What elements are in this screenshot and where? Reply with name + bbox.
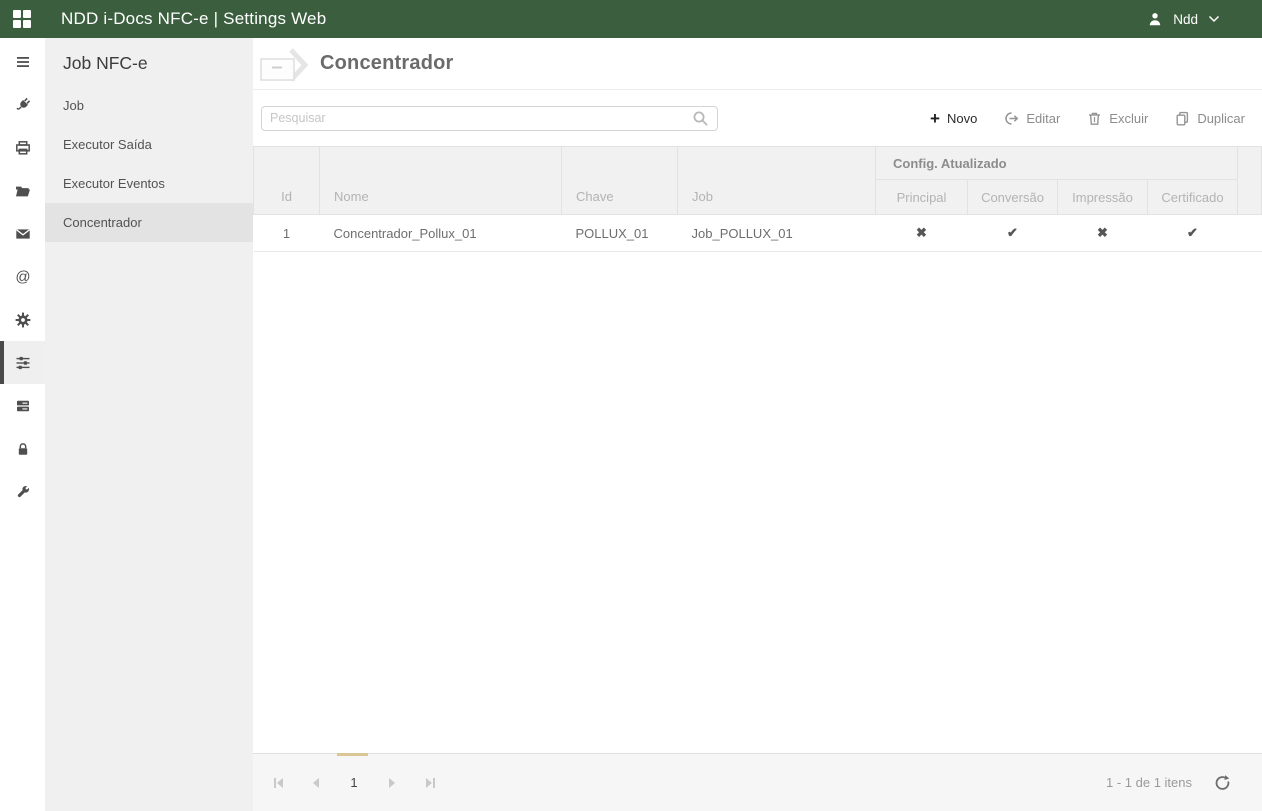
breadcrumb-box-icon [260,47,308,82]
rail-item-gear[interactable] [0,298,45,341]
toolbar: + Novo Editar [253,90,1262,146]
search-icon[interactable] [692,110,709,127]
gear-icon [15,312,30,327]
column-header-certificado[interactable]: Certificado [1147,179,1238,215]
cell-certificado-mark: ✔ [1147,214,1238,252]
rail-item-wrench[interactable] [0,470,45,513]
main-content: Concentrador + Novo [253,38,1262,811]
sidebar-item-job[interactable]: Job [45,86,253,125]
rail-item-mail[interactable] [0,212,45,255]
page-header: Concentrador [253,38,1262,90]
last-page-icon [425,777,435,788]
previous-page-icon [313,777,319,788]
rail-item-at[interactable]: @ [0,255,45,298]
queue-icon [16,400,29,411]
at-sign-icon: @ [15,268,30,285]
column-header-job[interactable]: Job [677,146,876,215]
page-number-1[interactable]: 1 [341,770,367,796]
sidebar-title: Job NFC-e [63,53,148,73]
pager: 1 1 - 1 de 1 itens [253,753,1262,811]
novo-button[interactable]: + Novo [930,110,977,127]
sidebar: Job NFC-e Job Executor Saída Executor Ev… [45,38,253,811]
trash-icon [1089,112,1101,125]
editar-button[interactable]: Editar [1004,111,1060,126]
refresh-button[interactable] [1214,774,1232,792]
topbar: NDD i-Docs NFC-e | Settings Web Ndd [0,0,1262,38]
rail-item-lock[interactable] [0,427,45,470]
first-page-icon [273,777,283,788]
app-window: NDD i-Docs NFC-e | Settings Web Ndd @ Jo… [0,0,1262,811]
rail-item-queue[interactable] [0,384,45,427]
column-header-chave[interactable]: Chave [561,146,678,215]
column-header-impressao[interactable]: Impressão [1057,179,1148,215]
edit-arrow-icon [1005,111,1019,125]
rail-item-folder[interactable] [0,169,45,212]
column-header-conversao[interactable]: Conversão [967,179,1058,215]
table-row[interactable]: 1 Concentrador_Pollux_01 POLLUX_01 Job_P… [253,214,1262,252]
duplicar-button[interactable]: Duplicar [1175,111,1245,126]
rail-item-menu[interactable] [0,40,45,83]
refresh-icon [1215,774,1230,790]
column-header-nome[interactable]: Nome [319,146,562,215]
svg-text:@: @ [15,268,30,285]
sidebar-item-concentrador[interactable]: Concentrador [45,203,253,242]
app-grid-icon [13,10,31,28]
next-page-icon [389,777,395,788]
icon-rail: @ [0,38,45,811]
column-header-id[interactable]: Id [253,146,320,215]
cell-job: Job_POLLUX_01 [677,214,876,252]
column-group-config-atualizado: Config. Atualizado [875,146,1238,180]
plug-icon [15,97,30,110]
action-buttons: + Novo Editar Excluir Duplicar [930,110,1245,127]
rail-item-plug[interactable] [0,83,45,126]
sliders-icon [16,356,29,369]
user-name: Ndd [1173,11,1198,27]
copy-icon [1176,111,1189,126]
mail-icon [15,228,30,239]
user-menu[interactable]: Ndd [1147,11,1220,27]
selected-page-indicator [337,753,368,756]
cell-filler [1237,214,1262,252]
first-page-button[interactable] [265,770,291,796]
column-header-filler [1237,146,1262,215]
user-icon [1150,13,1161,26]
cell-chave: POLLUX_01 [561,214,678,252]
search-input[interactable] [270,111,692,125]
cell-principal-mark: ✖ [875,214,968,252]
cell-conversao-mark: ✔ [967,214,1058,252]
previous-page-button[interactable] [303,770,329,796]
menu-icon [16,56,29,67]
next-page-button[interactable] [379,770,405,796]
last-page-button[interactable] [417,770,443,796]
folder-open-icon [15,186,30,196]
rail-item-sliders[interactable] [0,341,45,384]
concentrador-grid: Id Nome Chave Job Config. Atualizado Pri… [253,146,1262,252]
cell-impressao-mark: ✖ [1057,214,1148,252]
search-box [261,105,718,131]
chevron-down-icon [1208,15,1220,23]
printer-icon [15,140,30,155]
cell-id: 1 [253,214,320,252]
plus-icon: + [930,108,940,128]
column-header-principal[interactable]: Principal [875,179,968,215]
wrench-icon [17,485,29,497]
app-title: NDD i-Docs NFC-e | Settings Web [61,9,327,28]
pager-summary: 1 - 1 de 1 itens [1106,775,1192,790]
lock-icon [18,442,27,455]
sidebar-item-executor-eventos[interactable]: Executor Eventos [45,164,253,203]
sidebar-item-executor-saida[interactable]: Executor Saída [45,125,253,164]
empty-grid-area [253,252,1262,753]
excluir-button[interactable]: Excluir [1087,111,1148,126]
rail-item-printer[interactable] [0,126,45,169]
page-title: Concentrador [320,52,454,74]
cell-nome: Concentrador_Pollux_01 [319,214,562,252]
